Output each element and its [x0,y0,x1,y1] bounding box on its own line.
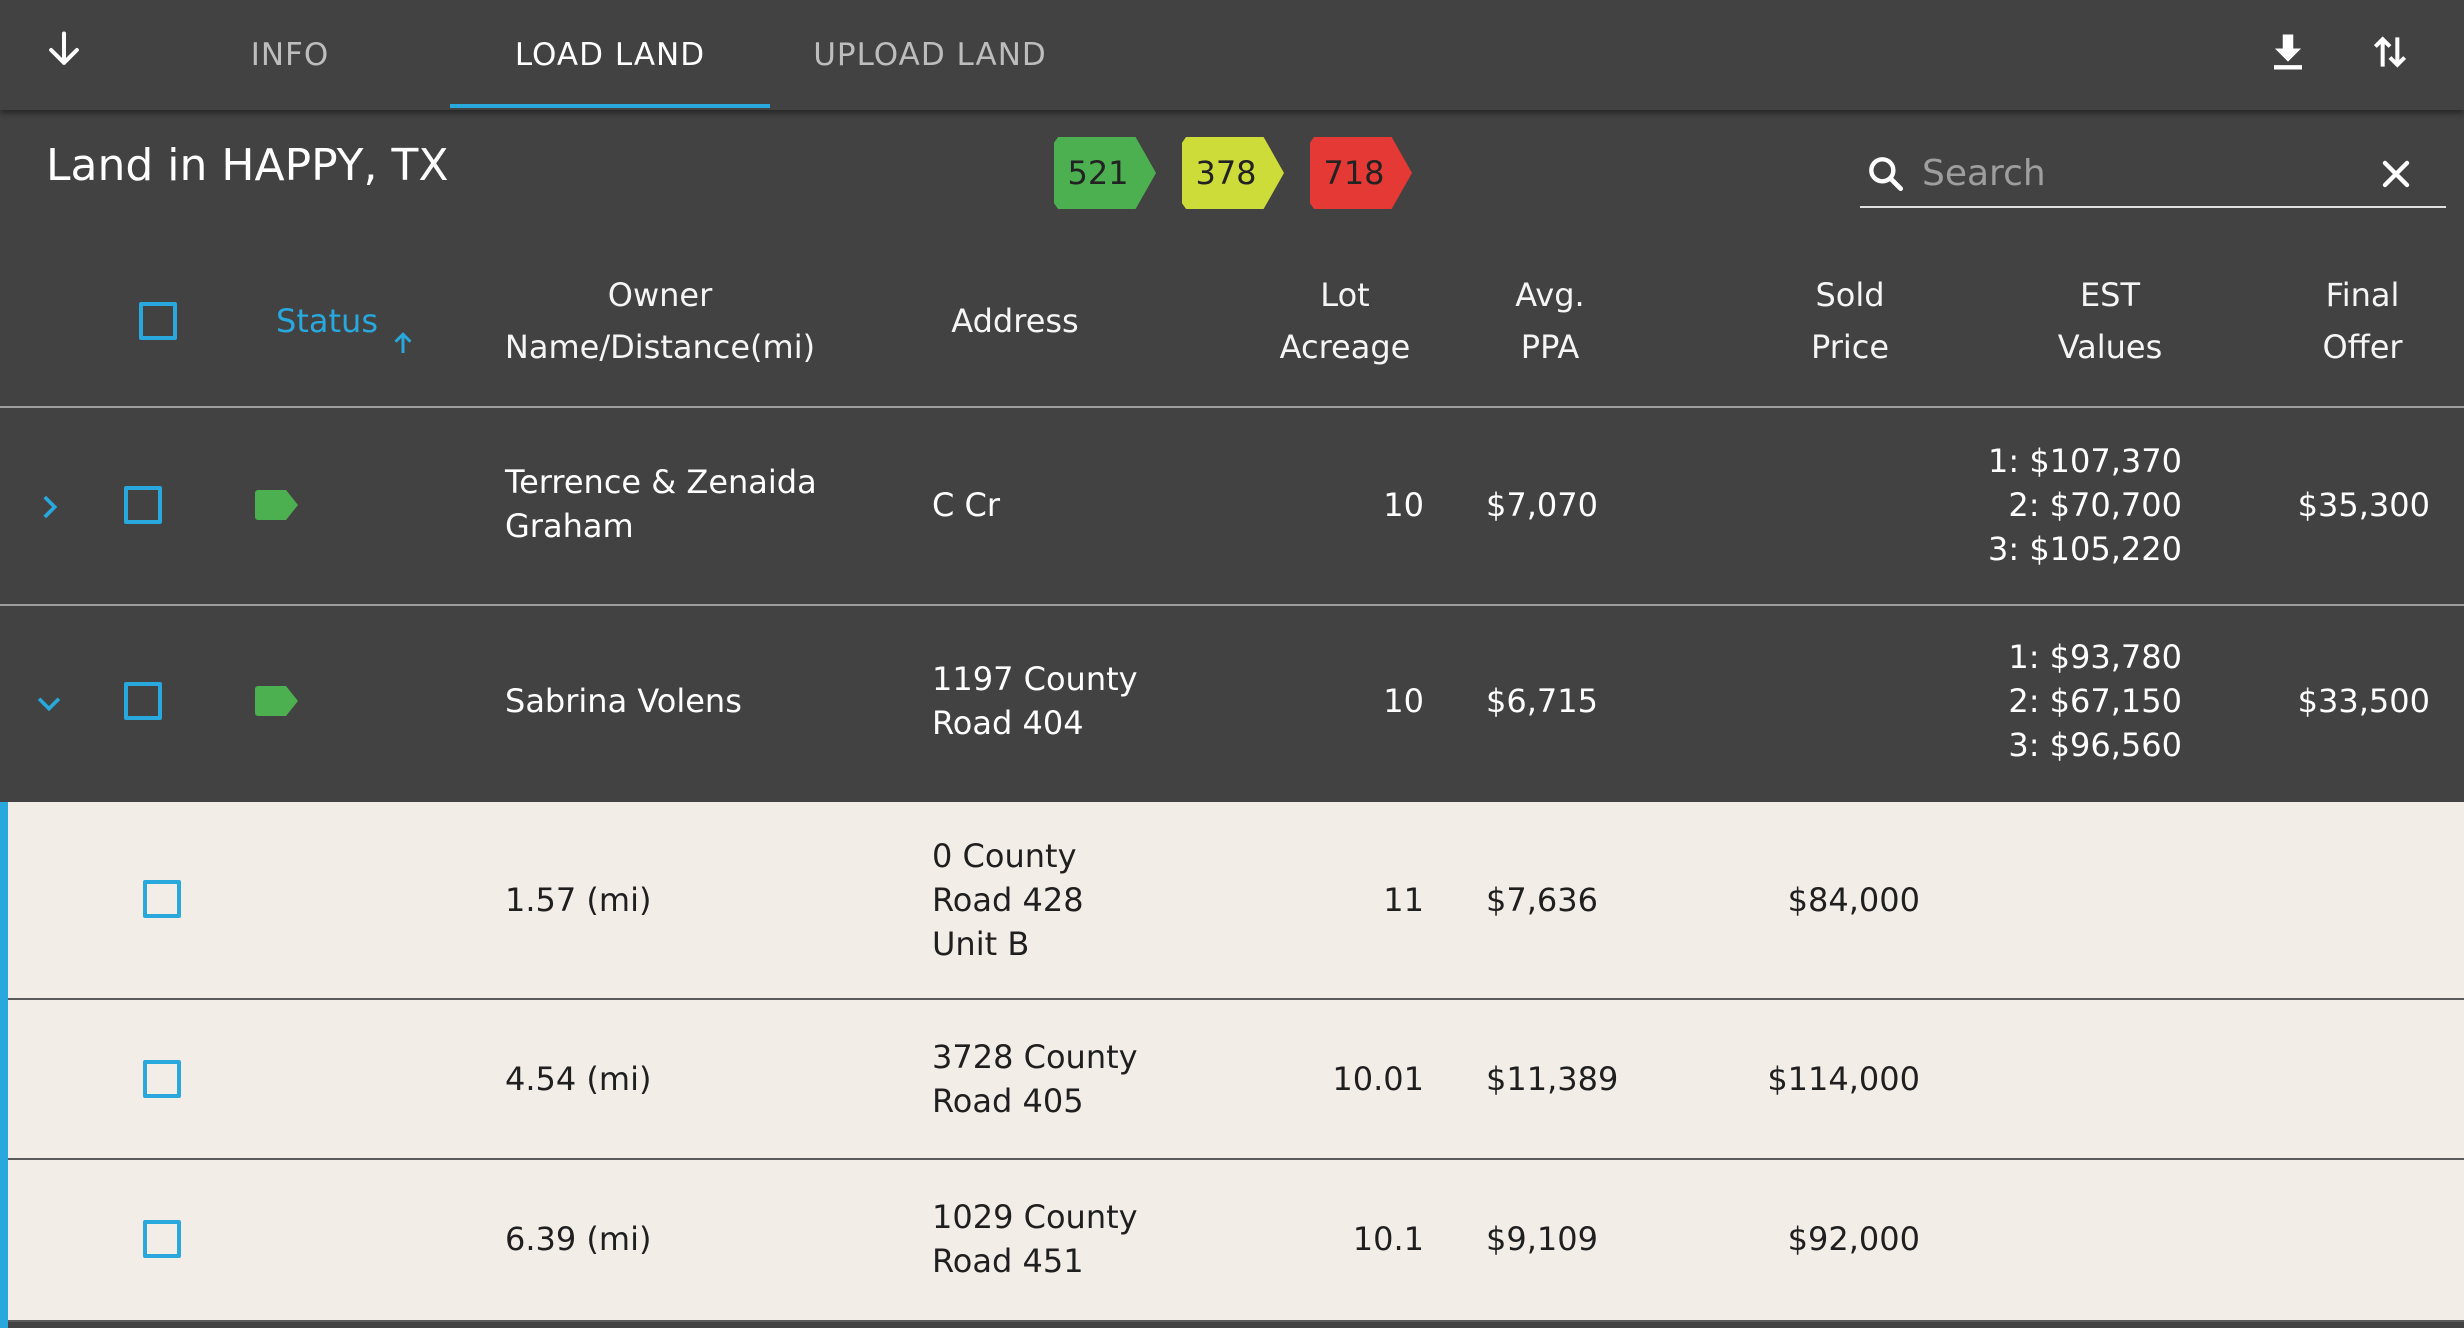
top-nav-bar: INFO LOAD LAND UPLOAD LAND [0,0,2464,110]
lot-acreage: 10.1 [1352,1220,1424,1258]
status-badge-red[interactable]: 718 [1310,137,1412,209]
badge-count: 378 [1195,154,1257,192]
distance: 1.57 (mi) [505,881,652,919]
sold-price: $92,000 [1787,1220,1920,1258]
active-tab-indicator [450,104,770,108]
search-field [1860,140,2446,208]
column-label: Status [276,302,378,340]
tab-load-land[interactable]: LOAD LAND [450,0,770,110]
distance: 4.54 (mi) [505,1060,652,1098]
search-icon [1864,152,1908,196]
lot-acreage: 10 [1383,682,1424,720]
tab-upload-land[interactable]: UPLOAD LAND [790,0,1070,110]
download-icon[interactable] [2258,22,2318,82]
distance: 6.39 (mi) [505,1220,652,1258]
avg-ppa: $7,070 [1486,486,1598,524]
address: 1029 County Road 451 [932,1198,1138,1280]
row-checkbox[interactable] [124,486,162,524]
lot-acreage: 10 [1383,486,1424,524]
comp-checkbox[interactable] [143,880,181,918]
sold-price: $114,000 [1767,1060,1920,1098]
expanded-row-accent [0,802,8,1328]
owner-name: Sabrina Volens [505,682,742,720]
column-header-status[interactable]: Status [262,270,432,372]
lot-acreage: 10.01 [1332,1060,1424,1098]
column-header-address[interactable]: Address [900,270,1130,372]
column-header-final-offer[interactable]: Final Offer [2290,270,2435,372]
table-row[interactable]: Terrence & Zenaida Graham C Cr 10 $7,070… [0,408,2464,606]
avg-ppa: $7,636 [1486,881,1598,919]
final-offer: $35,300 [2297,486,2430,524]
comp-row[interactable]: 4.54 (mi) 3728 County Road 405 10.01 $11… [0,1000,2464,1160]
select-all-checkbox[interactable] [139,302,177,340]
column-header-est-values[interactable]: EST Values [2030,270,2190,372]
tag-icon [254,488,300,522]
close-icon[interactable] [2374,152,2418,196]
badge-count: 521 [1067,154,1129,192]
avg-ppa: $9,109 [1486,1220,1598,1258]
column-header-sold-price[interactable]: Sold Price [1770,270,1930,372]
chevron-right-icon[interactable] [32,490,66,524]
search-input[interactable] [1922,146,2362,200]
address: C Cr [932,486,1001,524]
status-badge-green[interactable]: 521 [1054,137,1156,209]
address: 1197 County Road 404 [932,660,1138,742]
comp-row[interactable]: 1.57 (mi) 0 County Road 428 Unit B 11 $7… [0,802,2464,1000]
chevron-down-icon[interactable] [32,686,66,720]
arrow-down-icon[interactable] [30,22,98,78]
avg-ppa: $6,715 [1486,682,1598,720]
column-header-acreage[interactable]: Lot Acreage [1250,270,1440,372]
sort-swap-icon[interactable] [2360,22,2420,82]
badge-count: 718 [1323,154,1385,192]
comp-checkbox[interactable] [143,1220,181,1258]
est-values: 1: $107,370 2: $70,700 3: $105,220 [1988,442,2182,568]
column-header-owner[interactable]: Owner Name/Distance(mi) [480,270,840,372]
status-badge-yellow[interactable]: 378 [1182,137,1284,209]
owner-name: Terrence & Zenaida Graham [505,463,817,545]
avg-ppa: $11,389 [1486,1060,1619,1098]
sold-price: $84,000 [1787,881,1920,919]
lot-acreage: 11 [1383,881,1424,919]
est-values: 1: $93,780 2: $67,150 3: $96,560 [2008,638,2182,764]
comp-row[interactable]: 6.39 (mi) 1029 County Road 451 10.1 $9,1… [0,1160,2464,1322]
tag-icon [254,684,300,718]
sort-arrow-up-icon [388,269,418,373]
comp-checkbox[interactable] [143,1060,181,1098]
table-row[interactable]: Sabrina Volens 1197 County Road 404 10 $… [0,606,2464,802]
final-offer: $33,500 [2297,682,2430,720]
tab-info[interactable]: INFO [200,0,380,110]
column-header-ppa[interactable]: Avg. PPA [1470,270,1630,372]
row-checkbox[interactable] [124,682,162,720]
page-title: Land in HAPPY, TX [46,140,449,191]
address: 3728 County Road 405 [932,1038,1138,1120]
address: 0 County Road 428 Unit B [932,837,1084,963]
